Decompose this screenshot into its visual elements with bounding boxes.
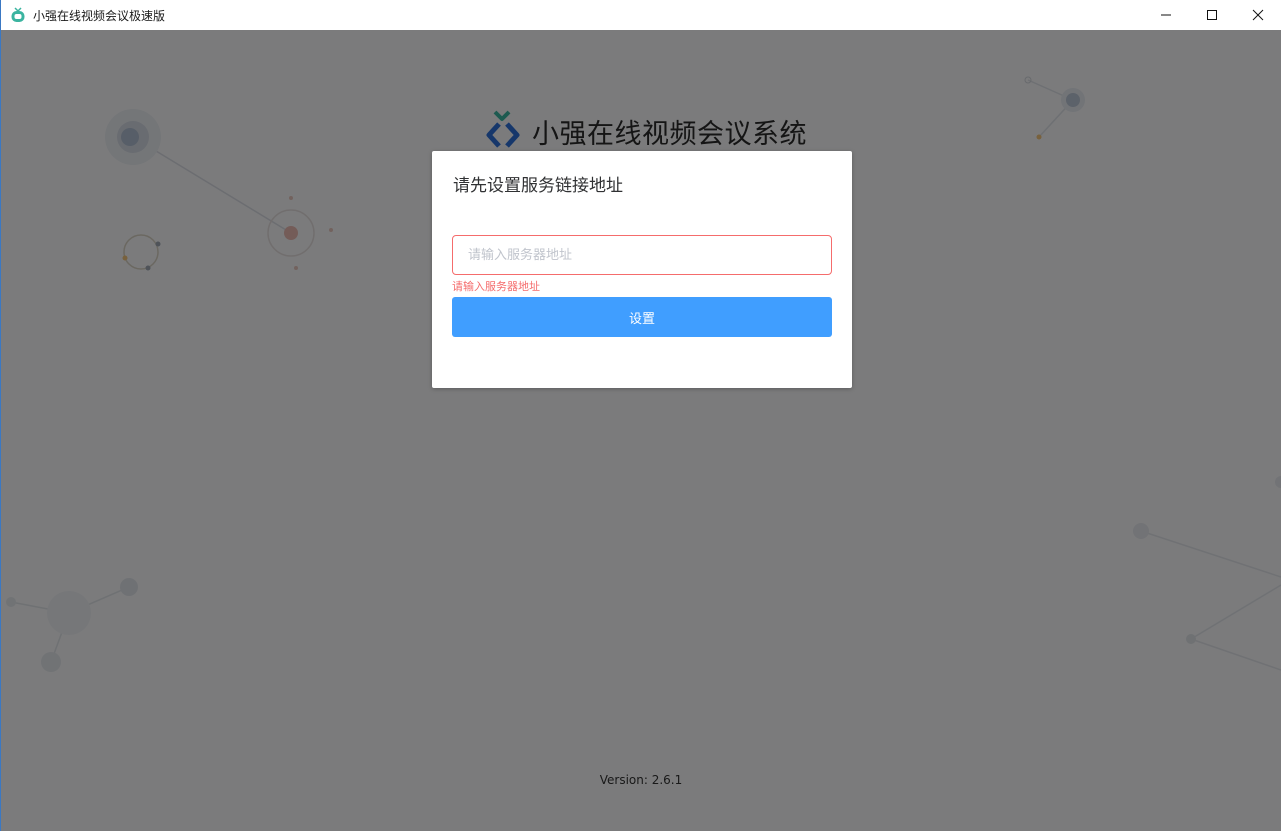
set-button[interactable]: 设置 bbox=[452, 297, 832, 337]
input-error-message: 请输入服务器地址 bbox=[452, 280, 540, 293]
maximize-icon bbox=[1207, 10, 1217, 20]
window-controls bbox=[1143, 0, 1281, 30]
app-window: 小强在线视频会议极速版 请先设置服务链接地址 请输入服务器地址 请输入服务器地址… bbox=[0, 0, 1281, 831]
window-title: 小强在线视频会议极速版 bbox=[33, 8, 166, 23]
title-bar[interactable]: 小强在线视频会议极速版 bbox=[1, 0, 1281, 30]
server-settings-dialog: 请先设置服务链接地址 请输入服务器地址 设置 bbox=[432, 151, 852, 388]
close-icon bbox=[1252, 9, 1264, 21]
maximize-button[interactable] bbox=[1189, 0, 1235, 30]
minimize-icon bbox=[1161, 14, 1171, 16]
main-content: 小强在线视频会议系统 Version: 2.6.1 请先设置服务链接地址 请输入… bbox=[1, 30, 1281, 831]
dialog-title: 请先设置服务链接地址 bbox=[453, 176, 623, 196]
app-tv-icon bbox=[10, 7, 26, 23]
minimize-button[interactable] bbox=[1143, 0, 1189, 30]
server-address-input[interactable] bbox=[452, 235, 832, 275]
close-button[interactable] bbox=[1235, 0, 1281, 30]
